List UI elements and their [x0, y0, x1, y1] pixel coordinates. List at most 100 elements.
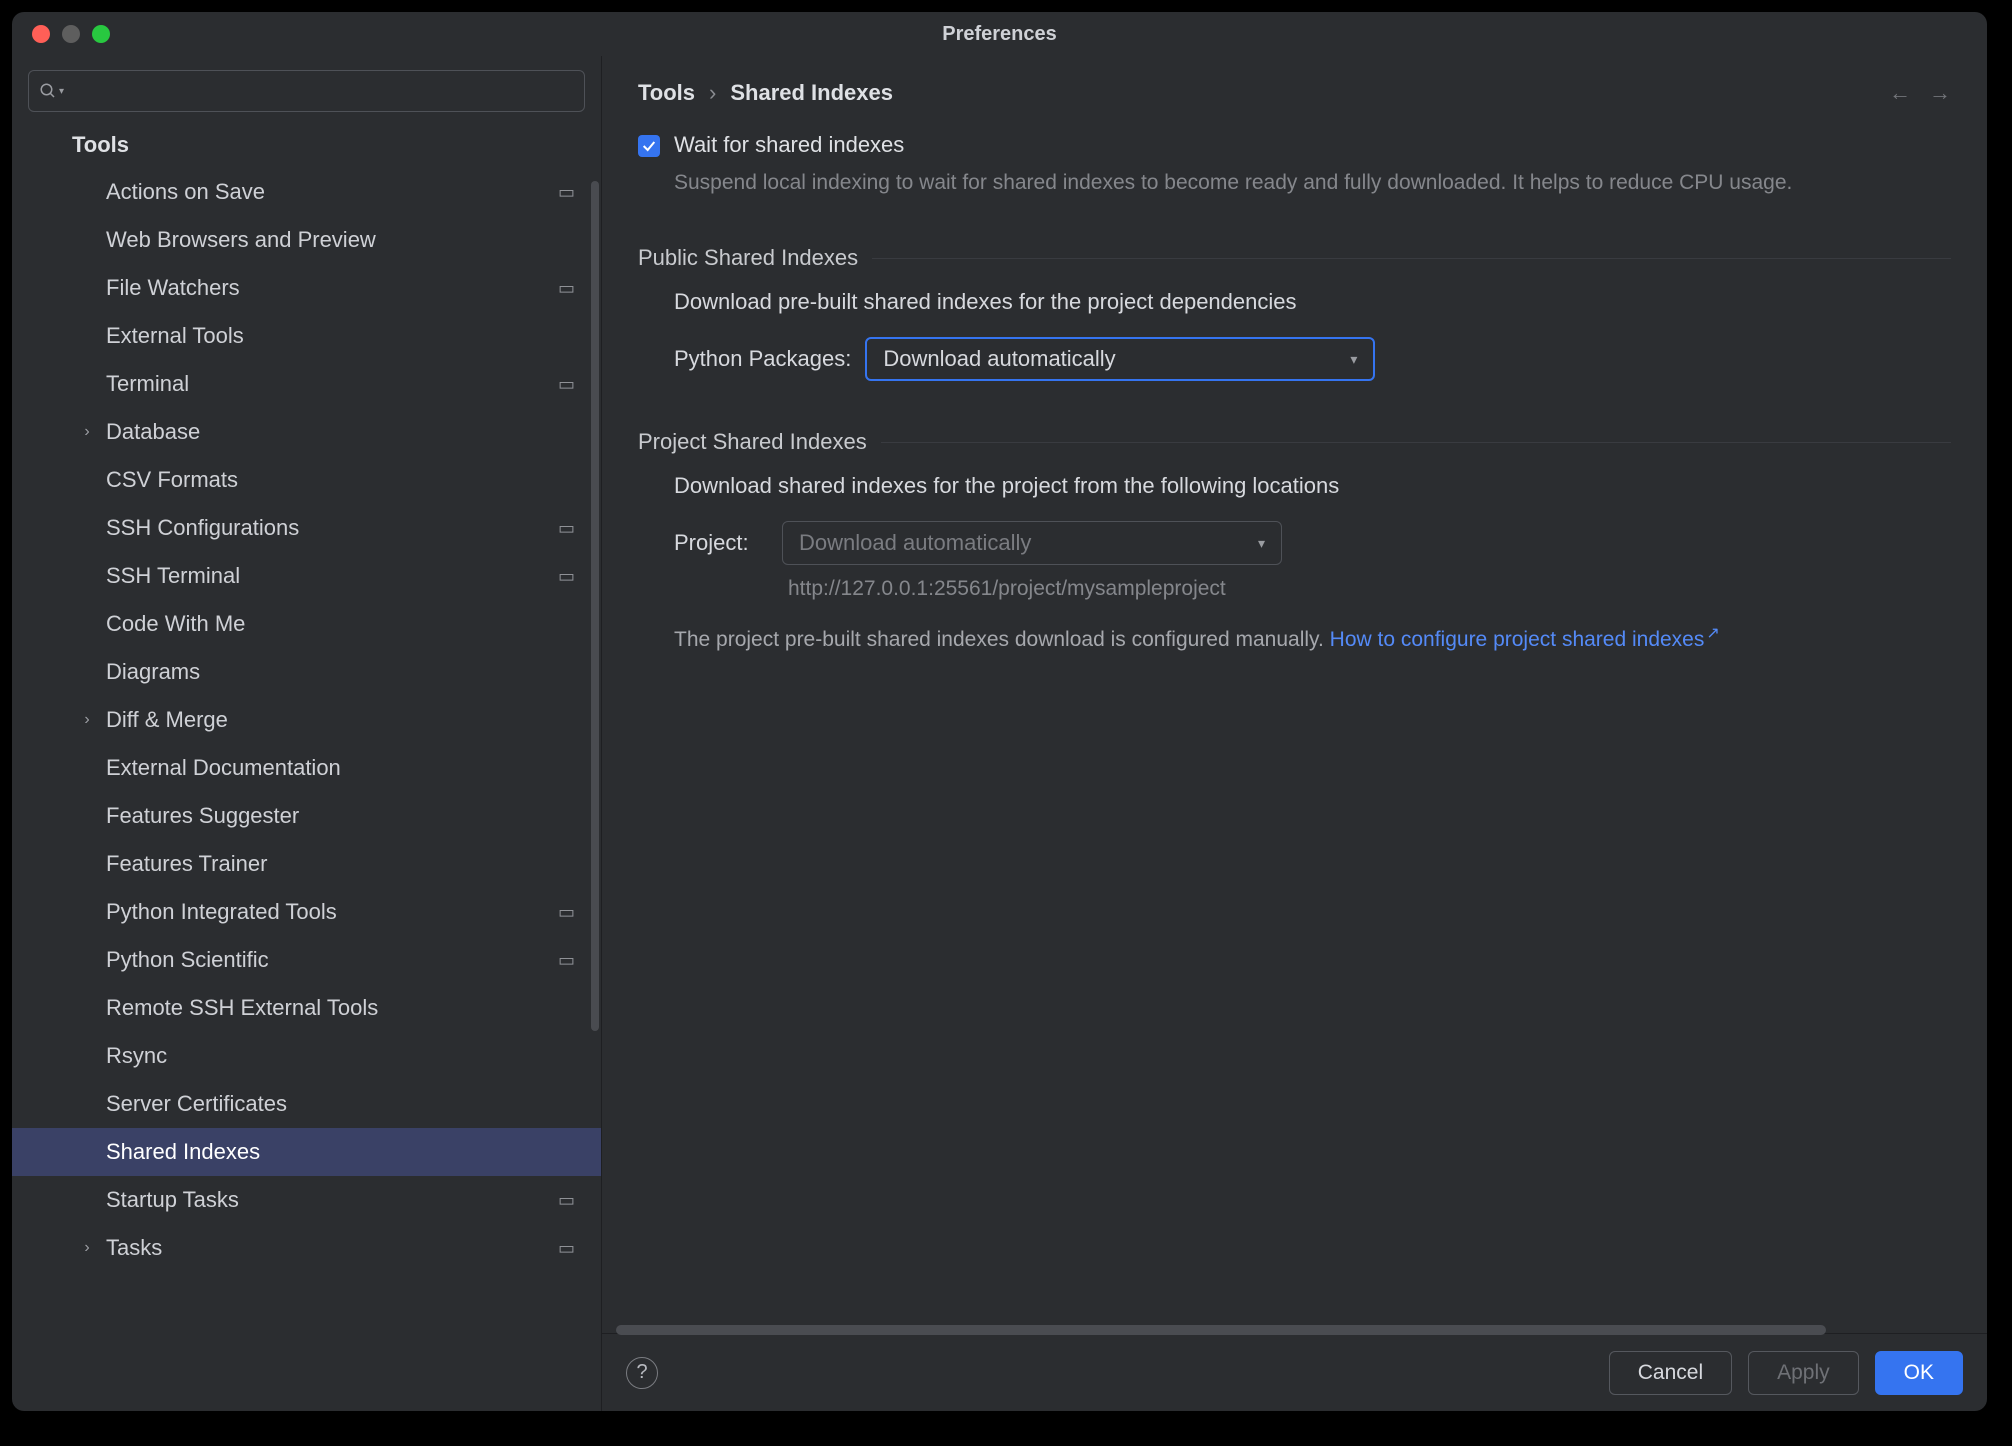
sidebar-item-code-with-me[interactable]: Code With Me — [12, 600, 601, 648]
sidebar-nav: ToolsActions on Save▭ Web Browsers and Pr… — [12, 122, 601, 1411]
chevron-right-icon[interactable]: › — [72, 423, 102, 441]
sidebar-item-label: SSH Terminal — [106, 563, 558, 589]
wait-checkbox-label[interactable]: Wait for shared indexes — [674, 132, 904, 158]
external-link-icon: ↗ — [1706, 625, 1719, 642]
sidebar-item-label: SSH Configurations — [106, 515, 558, 541]
sidebar-item-database[interactable]: ›Database — [12, 408, 601, 456]
sidebar-item-shared-indexes[interactable]: Shared Indexes — [12, 1128, 601, 1176]
sidebar-item-external-documentation[interactable]: External Documentation — [12, 744, 601, 792]
sidebar-item-remote-ssh-external-tools[interactable]: Remote SSH External Tools — [12, 984, 601, 1032]
sidebar-item-label: Diff & Merge — [106, 707, 585, 733]
footer: ? Cancel Apply OK — [602, 1333, 1987, 1411]
project-scope-icon: ▭ — [558, 566, 575, 587]
project-scope-icon: ▭ — [558, 1190, 575, 1211]
project-row: Project: Download automatically ▾ — [674, 521, 1951, 565]
sidebar-item-rsync[interactable]: Rsync — [12, 1032, 601, 1080]
sidebar-scrollbar[interactable] — [591, 181, 599, 1191]
project-scope-icon: ▭ — [558, 278, 575, 299]
wait-checkbox[interactable] — [638, 135, 660, 157]
configure-link[interactable]: How to configure project shared indexes — [1330, 628, 1705, 651]
breadcrumb-row: Tools › Shared Indexes ← → — [638, 80, 1951, 106]
sidebar-item-python-integrated-tools[interactable]: Python Integrated Tools▭ — [12, 888, 601, 936]
sidebar-item-label: Server Certificates — [106, 1091, 585, 1117]
sidebar-item-features-trainer[interactable]: Features Trainer — [12, 840, 601, 888]
nav-arrows: ← → — [1889, 80, 1951, 106]
project-desc: Download shared indexes for the project … — [674, 473, 1951, 499]
wait-checkbox-help: Suspend local indexing to wait for share… — [674, 168, 1804, 197]
public-section-title: Public Shared Indexes — [638, 245, 1951, 271]
content-inner: Tools › Shared Indexes ← → Wait for shar… — [602, 56, 1987, 1333]
chevron-down-icon: ▾ — [1350, 351, 1357, 368]
titlebar: Preferences — [12, 12, 1987, 56]
project-section-title: Project Shared Indexes — [638, 429, 1951, 455]
sidebar-item-startup-tasks[interactable]: Startup Tasks▭ — [12, 1176, 601, 1224]
project-note: The project pre-built shared indexes dow… — [674, 623, 1951, 652]
project-note-prefix: The project pre-built shared indexes dow… — [674, 628, 1330, 651]
project-scope-icon: ▭ — [558, 518, 575, 539]
search-wrap: ▾ — [12, 56, 601, 122]
sidebar-item-actions-on-save[interactable]: Actions on Save▭ — [12, 168, 601, 216]
project-scope-icon: ▭ — [558, 1238, 575, 1259]
sidebar-item-diagrams[interactable]: Diagrams — [12, 648, 601, 696]
sidebar-item-features-suggester[interactable]: Features Suggester — [12, 792, 601, 840]
sidebar-item-python-scientific[interactable]: Python Scientific▭ — [12, 936, 601, 984]
sidebar-item-label: External Documentation — [106, 755, 585, 781]
forward-arrow-icon[interactable]: → — [1929, 80, 1951, 106]
project-label: Project: — [674, 530, 768, 556]
ok-button[interactable]: OK — [1875, 1351, 1963, 1395]
sidebar-item-file-watchers[interactable]: File Watchers▭ — [12, 264, 601, 312]
sidebar-group-title: Tools — [12, 122, 601, 168]
sidebar-item-label: Remote SSH External Tools — [106, 995, 585, 1021]
sidebar-item-external-tools[interactable]: External Tools — [12, 312, 601, 360]
project-scope-icon: ▭ — [558, 374, 575, 395]
search-dropdown-icon[interactable]: ▾ — [59, 86, 64, 97]
sidebar-item-ssh-configurations[interactable]: SSH Configurations▭ — [12, 504, 601, 552]
chevron-right-icon[interactable]: › — [72, 711, 102, 729]
body: ▾ ToolsActions on Save▭Web Browsers and … — [12, 56, 1987, 1411]
public-desc: Download pre-built shared indexes for th… — [674, 289, 1951, 315]
sidebar-item-label: Startup Tasks — [106, 1187, 558, 1213]
sidebar-item-label: Python Scientific — [106, 947, 558, 973]
preferences-window: Preferences ▾ ToolsActions on Save▭Web B… — [12, 12, 1987, 1411]
close-window-button[interactable] — [32, 25, 50, 43]
sidebar-item-label: Web Browsers and Preview — [106, 227, 585, 253]
sidebar-item-web-browsers-and-preview[interactable]: Web Browsers and Preview — [12, 216, 601, 264]
breadcrumb: Tools › Shared Indexes — [638, 80, 893, 106]
sidebar-item-label: Shared Indexes — [106, 1139, 585, 1165]
project-section-body: Download shared indexes for the project … — [638, 473, 1951, 652]
sidebar-item-label: Rsync — [106, 1043, 585, 1069]
chevron-right-icon[interactable]: › — [72, 1239, 102, 1257]
back-arrow-icon[interactable]: ← — [1889, 80, 1911, 106]
breadcrumb-current: Shared Indexes — [730, 80, 893, 106]
sidebar-item-label: File Watchers — [106, 275, 558, 301]
sidebar-item-label: Features Suggester — [106, 803, 585, 829]
sidebar-item-label: Terminal — [106, 371, 558, 397]
sidebar-scrollbar-thumb[interactable] — [591, 181, 599, 1031]
minimize-window-button[interactable] — [62, 25, 80, 43]
sidebar-item-label: Code With Me — [106, 611, 585, 637]
project-url: http://127.0.0.1:25561/project/mysamplep… — [788, 577, 1951, 601]
chevron-down-icon: ▾ — [1258, 535, 1265, 552]
sidebar-item-diff-merge[interactable]: ›Diff & Merge — [12, 696, 601, 744]
horizontal-scrollbar-thumb[interactable] — [616, 1325, 1826, 1335]
sidebar-item-csv-formats[interactable]: CSV Formats — [12, 456, 601, 504]
apply-button[interactable]: Apply — [1748, 1351, 1859, 1395]
python-packages-select[interactable]: Download automatically ▾ — [865, 337, 1375, 381]
sidebar-item-terminal[interactable]: Terminal▭ — [12, 360, 601, 408]
sidebar: ▾ ToolsActions on Save▭ Web Browsers and … — [12, 56, 602, 1411]
python-packages-label: Python Packages: — [674, 346, 851, 372]
sidebar-item-server-certificates[interactable]: Server Certificates — [12, 1080, 601, 1128]
search-input[interactable]: ▾ — [28, 70, 585, 112]
cancel-button[interactable]: Cancel — [1609, 1351, 1732, 1395]
breadcrumb-parent[interactable]: Tools — [638, 80, 695, 106]
project-scope-icon: ▭ — [558, 950, 575, 971]
sidebar-item-tasks[interactable]: ›Tasks▭ — [12, 1224, 601, 1272]
maximize-window-button[interactable] — [92, 25, 110, 43]
help-button[interactable]: ? — [626, 1357, 658, 1389]
horizontal-scrollbar[interactable] — [616, 1325, 1847, 1335]
project-select[interactable]: Download automatically ▾ — [782, 521, 1282, 565]
public-section-body: Download pre-built shared indexes for th… — [638, 289, 1951, 381]
sidebar-item-ssh-terminal[interactable]: SSH Terminal▭ — [12, 552, 601, 600]
python-packages-row: Python Packages: Download automatically … — [674, 337, 1951, 381]
project-select-value: Download automatically — [799, 530, 1031, 556]
